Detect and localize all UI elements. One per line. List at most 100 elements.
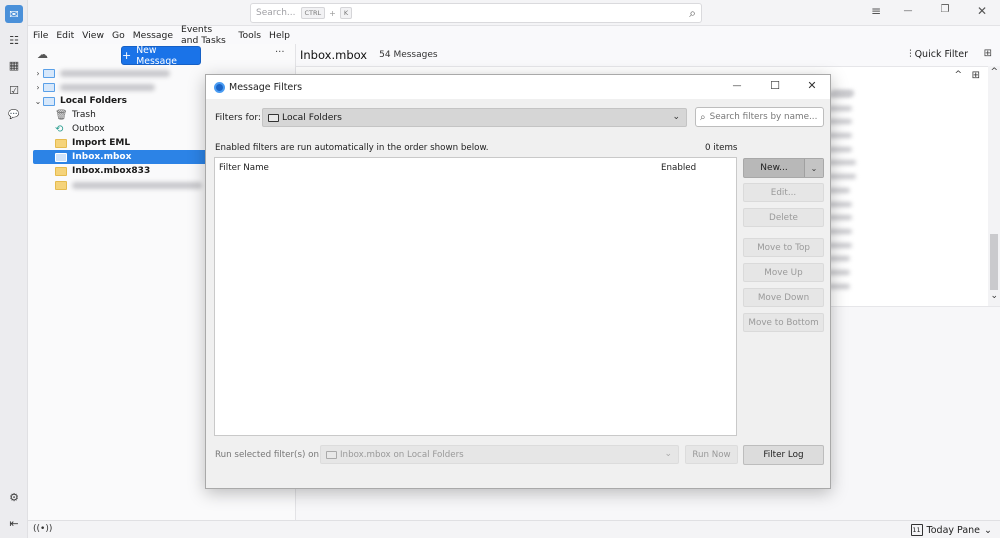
thread-pane-header: Inbox.mbox 54 Messages ⫶ Quick Filter ⊞ [296,44,1000,66]
delete-filter-button[interactable]: Delete [743,208,824,227]
move-down-button[interactable]: Move Down [743,288,824,307]
dialog-title: Message Filters [229,81,303,93]
gear-icon: ⚙ [9,490,19,504]
folder-label: Inbox.mbox [72,152,132,162]
app-menu-icon[interactable]: ≡ [866,4,886,18]
chevron-down-icon: ⌄ [672,112,680,122]
restore-icon[interactable]: ❐ [935,4,955,15]
settings-button[interactable]: ⚙ [5,488,23,506]
column-header-filter-name[interactable]: Filter Name [219,163,269,173]
move-to-bottom-button[interactable]: Move to Bottom [743,313,824,332]
folder-icon [268,113,279,122]
folder-label: Trash [72,110,96,120]
edit-filter-button[interactable]: Edit... [743,183,824,202]
filters-for-value: Local Folders [282,112,342,123]
filter-item-count: 0 items [705,143,738,153]
trash-icon: 🗑 [55,109,68,121]
layout-icon[interactable]: ⊞ [984,48,992,59]
menu-message[interactable]: Message [133,30,173,41]
online-status-icon[interactable]: ((•)) [33,524,52,534]
menu-events-and-tasks[interactable]: Events and Tasks [181,24,230,46]
filter-list[interactable]: Filter Name Enabled [214,157,737,436]
today-pane-toggle[interactable]: 11 Today Pane ⌄ [910,524,992,536]
local-folders-icon [43,96,55,106]
folder-label: Outbox [72,124,105,134]
new-filter-button[interactable]: New... ⌄ [743,158,824,178]
dialog-minimize-icon[interactable]: — [728,81,746,91]
new-filter-dropdown-icon[interactable]: ⌄ [805,159,823,177]
folder-label: Import EML [72,138,131,148]
shortcut-plus: + [329,8,336,18]
address-book-icon: ☷ [9,33,19,47]
filter-log-button[interactable]: Filter Log [743,445,824,465]
dialog-maximize-icon[interactable]: ☐ [766,79,784,92]
menu-tools[interactable]: Tools [238,30,261,41]
close-icon[interactable]: ✕ [972,4,992,18]
calendar-space-button[interactable]: ▦ [5,56,23,74]
collapse-spaces-button[interactable]: ⇤ [5,514,23,532]
scroll-up-icon[interactable]: ^ [990,67,998,77]
expand-icon[interactable]: › [33,83,43,92]
scrollbar-thumb[interactable] [990,234,998,290]
folder-icon [55,166,67,176]
move-to-top-button[interactable]: Move to Top [743,238,824,257]
chevron-down-icon: ⌄ [984,524,992,536]
mail-space-button[interactable]: ✉ [5,5,23,23]
search-icon: ⌕ [700,111,706,123]
more-options-icon[interactable]: ··· [275,47,285,58]
collapse-icon[interactable]: ⌄ [33,97,43,106]
filter-search-input[interactable]: ⌕ Search filters by name... [695,107,824,127]
account-icon [43,82,55,92]
search-icon[interactable]: ⌕ [689,6,696,21]
folder-icon [326,450,337,459]
folder-label: Local Folders [60,96,127,106]
tasks-icon: ☑ [9,83,19,97]
sort-chevron-icon[interactable]: ^ [954,70,962,80]
shortcut-key-ctrl: CTRL [300,7,326,19]
folder-icon [55,152,67,162]
shortcut-key-k: K [339,7,353,19]
chat-icon: 💬 [8,110,20,120]
menu-go[interactable]: Go [112,30,125,41]
quick-filter-icon: ⫶ [909,49,912,60]
new-filter-label[interactable]: New... [744,159,805,177]
folder-title: Inbox.mbox [300,48,368,62]
scroll-down-icon[interactable]: ⌄ [990,291,998,301]
blurred-date-column [828,92,858,297]
minimize-icon[interactable]: — [898,6,918,16]
menu-edit[interactable]: Edit [56,30,74,41]
menu-view[interactable]: View [82,30,104,41]
column-header-enabled[interactable]: Enabled [661,163,696,173]
spaces-toolbar: ✉ ☷ ▦ ☑ 💬 ⚙ ⇤ [0,0,28,538]
column-picker-icon[interactable]: ⊞ [972,70,980,81]
filters-for-select[interactable]: Local Folders ⌄ [262,108,687,127]
quick-filter-button[interactable]: ⫶ Quick Filter [909,49,968,60]
run-on-folder-select[interactable]: Inbox.mbox on Local Folders ⌄ [320,445,679,464]
run-now-button[interactable]: Run Now [685,445,738,464]
expand-icon[interactable]: › [33,69,43,78]
move-up-button[interactable]: Move Up [743,263,824,282]
chat-space-button[interactable]: 💬 [5,106,23,124]
account-icon [43,68,55,78]
get-messages-icon[interactable]: ☁ [37,48,48,61]
new-message-label: New Message [136,44,177,67]
thunderbird-icon [214,81,225,93]
blurred-account-name [60,83,155,91]
new-message-button[interactable]: + New Message [121,44,201,67]
folder-pane-toolbar: ☁ + New Message ··· [28,44,295,67]
menu-file[interactable]: File [33,30,48,41]
dialog-close-icon[interactable]: ✕ [803,79,821,92]
global-search-input[interactable]: Search... CTRL + K ⌕ [250,3,702,23]
today-pane-label: Today Pane [926,524,981,536]
message-count: 54 Messages [379,50,438,60]
address-book-space-button[interactable]: ☷ [5,31,23,49]
run-selected-label: Run selected filter(s) on: [215,450,322,460]
blurred-account-name [60,69,170,77]
collapse-icon: ⇤ [9,516,19,530]
menu-help[interactable]: Help [269,30,290,41]
folder-label: Inbox.mbox833 [72,166,151,176]
calendar-icon: 11 [910,524,923,536]
plus-icon: + [122,49,132,62]
outbox-icon: ⟲ [55,123,64,135]
tasks-space-button[interactable]: ☑ [5,81,23,99]
